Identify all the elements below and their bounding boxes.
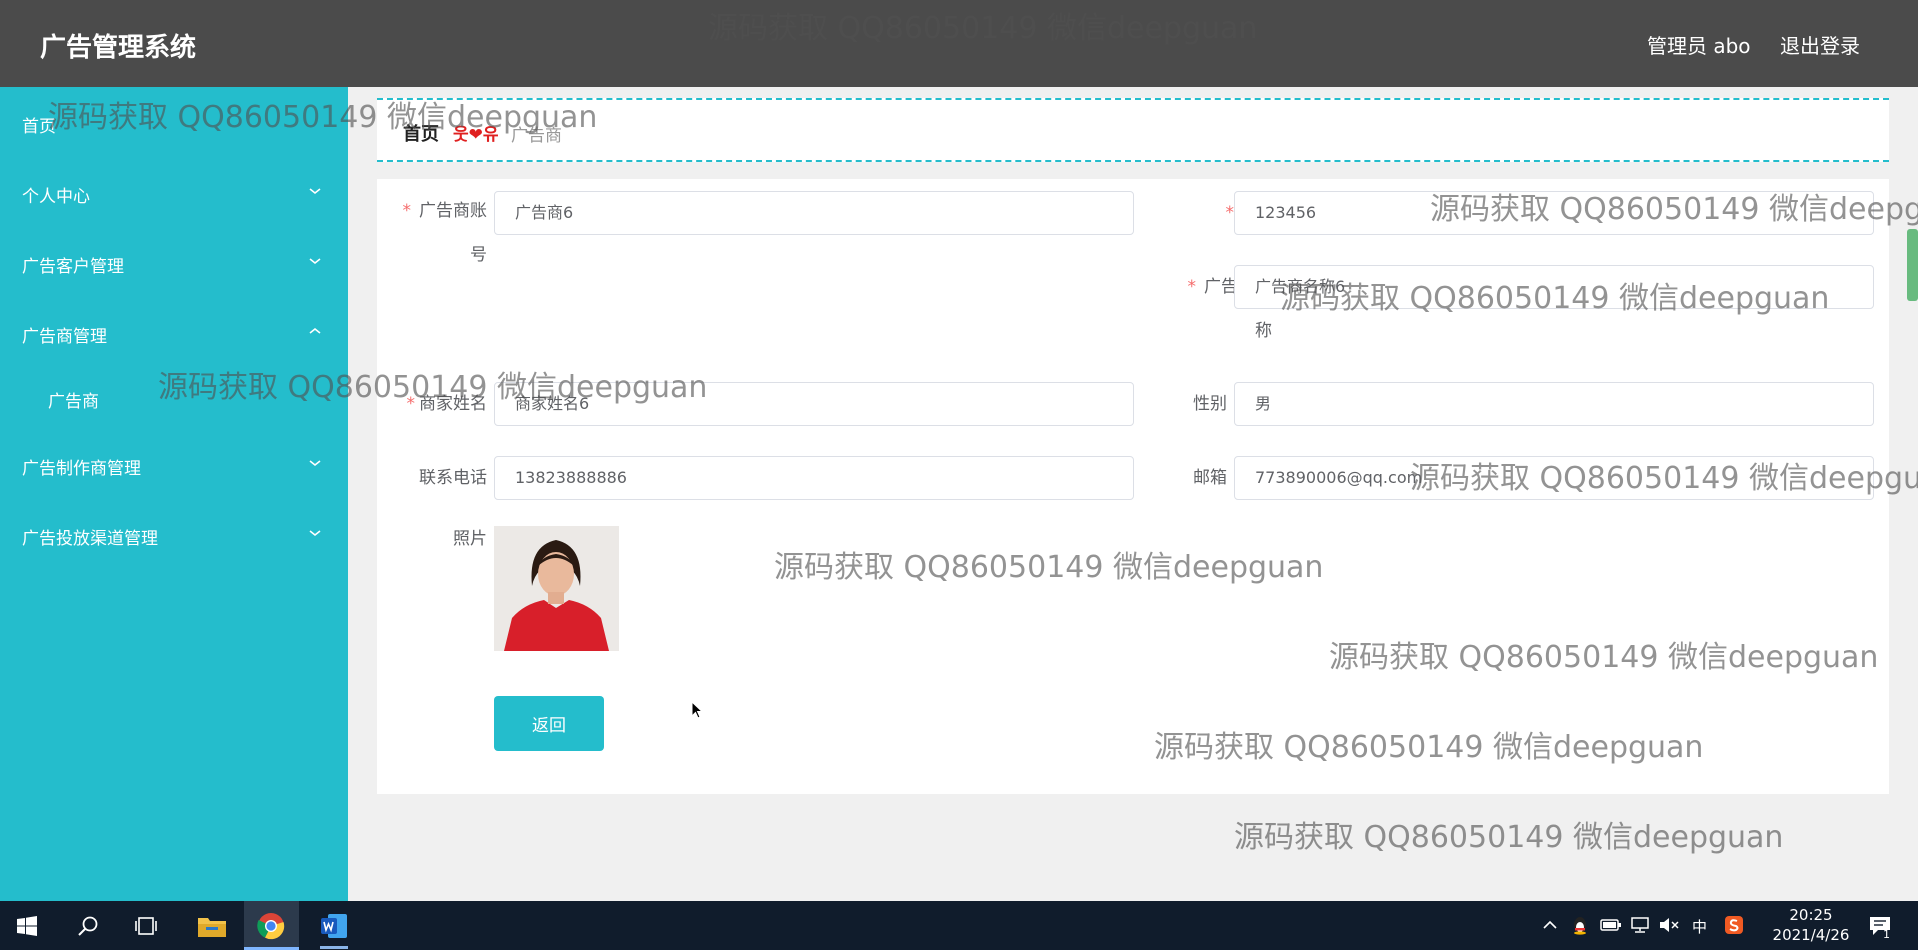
sidebar-item-label: 广告商 (48, 392, 99, 412)
volume-muted-icon[interactable] (1659, 917, 1679, 933)
task-view-icon (135, 917, 157, 935)
chevron-down-icon (309, 460, 321, 467)
sidebar-item-advertiser-management[interactable]: 广告商管理 (0, 307, 348, 359)
phone-field[interactable]: 13823888886 (494, 456, 1134, 500)
task-view-button[interactable] (120, 901, 175, 950)
sidebar-item-label: 首页 (22, 117, 56, 137)
logout-button[interactable]: 退出登录 (1780, 30, 1860, 59)
search-icon (78, 916, 98, 936)
top-header: 广告管理系统 管理员 abo 退出登录 (0, 0, 1918, 87)
breadcrumb-separator: 웃❤유 (453, 125, 499, 145)
sidebar-item-label: 广告商管理 (22, 327, 107, 347)
gender-field[interactable]: 男 (1234, 382, 1874, 426)
sidebar-item-producer-management[interactable]: 广告制作商管理 (0, 439, 348, 491)
file-explorer-icon (198, 918, 226, 937)
phone-label: 联系电话 (419, 468, 487, 488)
breadcrumb-home[interactable]: 首页 (403, 120, 439, 146)
sidebar-item-home[interactable]: 首页 (0, 97, 348, 149)
photo-label: 照片 (453, 529, 487, 549)
chevron-up-icon[interactable] (1542, 919, 1558, 931)
email-label: 邮箱 (1193, 468, 1227, 488)
breadcrumb-current: 广告商 (511, 126, 562, 146)
merchant-name-label: * 商家姓名 (406, 394, 488, 414)
ime-indicator[interactable]: 中 (1692, 916, 1707, 937)
merchant-name-field[interactable]: 商家姓名6 (494, 382, 1134, 426)
taskbar-search-button[interactable] (60, 901, 115, 950)
advertiser-detail-form: *广告商账号 广告商6 *密码 123456 *广告商名称 广告商名称6 *商家… (377, 179, 1889, 794)
windows-start-icon (17, 916, 37, 936)
chevron-down-icon (309, 530, 321, 537)
sidebar-item-label: 广告制作商管理 (22, 459, 141, 479)
file-explorer-button[interactable] (184, 901, 239, 950)
sidebar-item-label: 广告投放渠道管理 (22, 529, 158, 549)
sidebar-item-advertiser[interactable]: 广告商 (0, 372, 348, 424)
email-field[interactable]: 773890006@qq.com (1234, 456, 1874, 500)
mouse-cursor-icon (691, 701, 704, 719)
taskbar-clock[interactable]: 20:25 2021/4/26 (1772, 905, 1850, 945)
sidebar-item-label: 广告客户管理 (22, 257, 124, 277)
sidebar-item-label: 个人中心 (22, 187, 90, 207)
network-icon[interactable] (1630, 917, 1650, 933)
sidebar-item-channel-management[interactable]: 广告投放渠道管理 (0, 509, 348, 561)
gender-label: 性别 (1193, 394, 1227, 414)
sidebar-menu: 首页 个人中心 广告客户管理 广告商管理 广告商 广告制作商管理 广告投放渠道管… (0, 87, 348, 901)
current-user-label: 管理员 abo (1647, 34, 1751, 58)
sogou-ime-icon[interactable] (1724, 915, 1744, 935)
qq-tray-icon[interactable] (1570, 915, 1590, 935)
advertiser-photo (494, 526, 619, 651)
password-field[interactable]: 123456 (1234, 191, 1874, 235)
clock-date: 2021/4/26 (1772, 926, 1850, 944)
chrome-icon (257, 913, 285, 940)
sidebar-item-customer-management[interactable]: 广告客户管理 (0, 237, 348, 289)
app-title: 广告管理系统 (40, 33, 197, 63)
word-taskbar-button[interactable] (306, 901, 361, 950)
chevron-up-icon (309, 327, 321, 334)
breadcrumb: 首页 웃❤유 广告商 (377, 98, 1889, 162)
windows-start-button[interactable] (0, 901, 55, 950)
back-button[interactable]: 返回 (494, 696, 604, 751)
main-content: 首页 웃❤유 广告商 *广告商账号 广告商6 *密码 123456 *广告商名称… (348, 87, 1918, 901)
windows-taskbar: 中 20:25 2021/4/26 1 (0, 901, 1918, 950)
battery-icon[interactable] (1600, 917, 1622, 933)
account-label: * 广告商账号 (402, 201, 488, 265)
page-scrollbar[interactable] (1907, 229, 1918, 301)
notification-count: 1 (1883, 928, 1890, 941)
chevron-down-icon (309, 258, 321, 265)
clock-time: 20:25 (1789, 906, 1833, 924)
advertiser-name-field[interactable]: 广告商名称6 (1234, 265, 1874, 309)
word-icon (321, 914, 347, 938)
chevron-down-icon (309, 188, 321, 195)
sidebar-item-personal-center[interactable]: 个人中心 (0, 167, 348, 219)
chrome-taskbar-button[interactable] (244, 901, 299, 950)
portrait-image (494, 526, 619, 651)
account-field[interactable]: 广告商6 (494, 191, 1134, 235)
